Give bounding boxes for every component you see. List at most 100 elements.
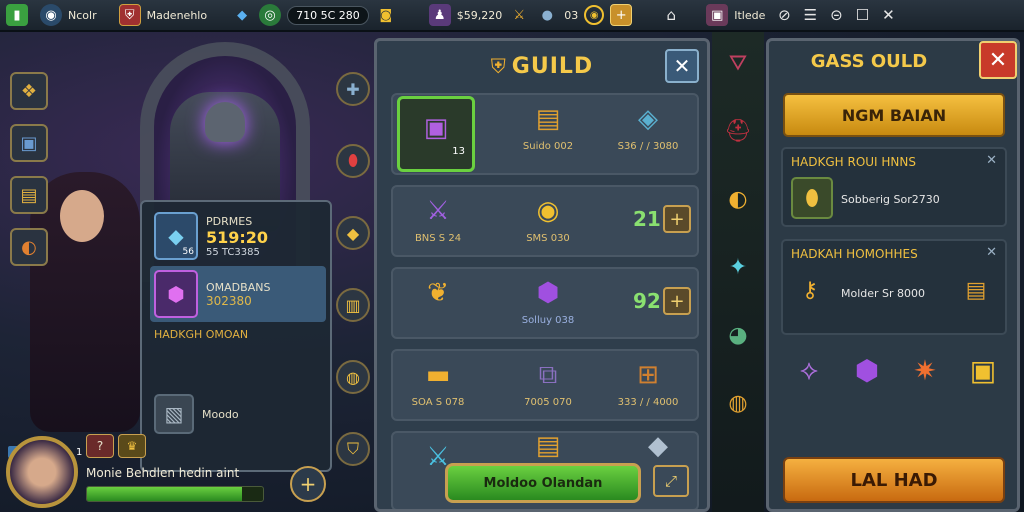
gold-box-icon: ▤ [535, 431, 561, 461]
gold-ring-icon[interactable]: ◐ [720, 180, 756, 218]
gift-box-icon: ⊞ [637, 360, 659, 390]
guild-quest-panel: GASS OULD ✕ NGM BAIAN HADKGH ROUI HNNS ✕… [766, 38, 1020, 512]
add-item-button[interactable]: + [663, 205, 691, 233]
maximize-button[interactable]: ☐ [849, 2, 875, 28]
gold-bar-icon: ▬ [425, 360, 451, 390]
scroll-icon[interactable]: ❖ [10, 72, 48, 110]
gold-crate-icon[interactable]: ▣ [963, 349, 1003, 391]
close-icon: ✕ [882, 6, 895, 24]
gold-coin-icon: ◉ [584, 5, 605, 25]
crate-icon[interactable]: ▥ [336, 288, 370, 322]
app-title-group[interactable]: ◉ Ncolr [34, 0, 103, 31]
guild-item-gold-box[interactable]: ▤ [503, 431, 593, 461]
guild-item-coins[interactable]: ◉ SMS 030 [503, 191, 593, 244]
item-label: 7005 070 [524, 397, 572, 408]
treasure-icon[interactable]: ◆ [336, 216, 370, 250]
rpanel-close-button[interactable]: ✕ [979, 41, 1017, 79]
ring-icon[interactable]: ◐ [10, 228, 48, 266]
stat-b-group[interactable]: ♟ $59,220 ⚔ ● 03 ◉ + [423, 0, 639, 31]
scroll-icon: ⧉ [538, 359, 558, 390]
xp-bar [86, 486, 264, 502]
stat-a-group[interactable]: ◆ ◎ 710 5C 280 ◙ [225, 0, 403, 31]
compass-icon[interactable]: ✚ [336, 72, 370, 106]
player-group[interactable]: ⛨ Madenehlo [113, 0, 213, 31]
circle-icon: ⊘ [778, 6, 791, 24]
minimize-button[interactable]: ⊝ [823, 2, 849, 28]
guild-item-purple-chest[interactable]: ▣ 13 [397, 96, 475, 172]
add-item-button[interactable]: + [663, 287, 691, 315]
player-name: Madenehlo [146, 8, 208, 22]
maximize-icon: ☐ [855, 6, 870, 24]
cyan-star-icon[interactable]: ✦ [720, 248, 756, 286]
guild-header: ⛨ GUILD ✕ [377, 41, 707, 91]
close-window-button[interactable]: ✕ [875, 2, 901, 28]
guild-item-leaf[interactable]: ❦ [393, 273, 483, 313]
shield-small-icon[interactable]: ⛉ [336, 432, 370, 466]
add-button[interactable]: + [290, 466, 326, 502]
popup-row-1[interactable]: ◆ 56 PDRMES 519:20 55 TC3385 [150, 208, 326, 264]
add-currency-button[interactable]: + [610, 4, 633, 26]
cube-icon[interactable]: ▣ [10, 124, 48, 162]
purple-blade-icon[interactable]: ⟡ [789, 349, 829, 391]
card2-dismiss-icon[interactable]: ✕ [986, 245, 997, 260]
guild-action-label: Moldoo Olandan [483, 475, 603, 491]
top-bar: ▮ ◉ Ncolr ⛨ Madenehlo ◆ ◎ 710 5C 280 ◙ ♟… [0, 0, 1024, 32]
side-strip: ⛛ ⛑ ◐ ✦ ◕ ◍ [712, 32, 764, 512]
guild-item-blue-box[interactable]: ◈ S36 / / 3080 [603, 99, 693, 152]
silver-item-icon: ◆ [648, 431, 668, 461]
minimize-icon: ⊝ [830, 6, 843, 24]
red-helmet-icon[interactable]: ⛑ [720, 112, 756, 150]
card1-dismiss-icon[interactable]: ✕ [986, 153, 997, 168]
row3-label: Moodo [202, 407, 239, 421]
gold-icon[interactable]: ◍ [336, 360, 370, 394]
demon-mask-icon[interactable]: ⛛ [720, 44, 756, 82]
home-icon: ⌂ [666, 6, 677, 24]
bottom-button-label: LAL HAD [850, 469, 938, 491]
popup-row-2[interactable]: ⬢ OMADBANS 302380 [150, 266, 326, 322]
item-label: S36 / / 3080 [617, 141, 679, 152]
guild-item-gift[interactable]: ⊞ 333 / / 4000 [603, 355, 693, 408]
chest-icon[interactable]: ▤ [10, 176, 48, 214]
left-side-icons: ❖ ▣ ▤ ◐ [10, 72, 48, 266]
guild-expand-button[interactable]: ⤢ [653, 465, 689, 497]
player-avatar[interactable] [6, 436, 78, 508]
crown-badge-icon[interactable]: ♛ [118, 434, 146, 458]
shop-icon: ▣ [706, 4, 729, 26]
reward-gems: ⟡ ⬢ ✷ ▣ [789, 349, 1003, 391]
settings-button[interactable]: ⊘ [771, 2, 797, 28]
guild-item-silver[interactable]: ◆ [613, 431, 703, 461]
purple-cube-icon[interactable]: ⬢ [847, 349, 887, 391]
quest-card-2[interactable]: HADKAH HOMOHHES ✕ ⚷ Molder Sr 8000 ▤ [781, 239, 1007, 335]
guild-item-scroll[interactable]: ⧉ 7005 070 [503, 355, 593, 409]
home-button[interactable]: ⌂ [652, 0, 690, 31]
potion-icon[interactable]: ⬮ [336, 144, 370, 178]
close-icon: ✕ [673, 54, 691, 78]
guild-close-button[interactable]: ✕ [665, 49, 699, 83]
quest-card-1[interactable]: HADKGH ROUI HNNS ✕ ⬮ Sobberig Sor2730 [781, 147, 1007, 227]
rpanel-top-button[interactable]: NGM BAIAN [783, 93, 1005, 137]
item-label: Suido 002 [522, 141, 574, 152]
guild-action-button[interactable]: Moldoo Olandan [445, 463, 641, 503]
gold-key-icon: ⚷ [801, 277, 819, 303]
menu-book[interactable]: ▮ [0, 0, 34, 31]
app-name: Ncolr [68, 8, 97, 22]
stat-a: 710 5C 280 [287, 5, 369, 25]
guild-item-gold-chest[interactable]: ▤ Suido 002 [503, 99, 593, 152]
guild-row-2: ⚔ BNS S 24 ◉ SMS 030 21 + [391, 185, 699, 257]
right-group[interactable]: ▣ Itlede [700, 0, 771, 31]
green-orb-icon[interactable]: ◕ [720, 316, 756, 354]
fire-crystal-icon[interactable]: ✷ [905, 349, 945, 391]
guild-item-gold-bar[interactable]: ▬ SOA S 078 [393, 355, 483, 408]
rpanel-bottom-button[interactable]: LAL HAD [783, 457, 1005, 503]
guild-item-sword[interactable]: ⚔ BNS S 24 [393, 191, 483, 244]
potion-jar-icon: ⬮ [791, 177, 833, 219]
quest-badge-icon[interactable]: ? [86, 434, 114, 458]
guild-row-3: ❦ ⬢ Solluy 038 92 + [391, 267, 699, 339]
popup-row-3[interactable]: ▧ Moodo [150, 390, 326, 438]
guild-item-purple-cube[interactable]: ⬢ Solluy 038 [503, 273, 593, 326]
gold-disc-icon[interactable]: ◍ [720, 384, 756, 422]
player-name-line: Monie Behdlen hedin aint [86, 466, 240, 480]
menu-button[interactable]: ☰ [797, 2, 823, 28]
guild-panel: ⛨ GUILD ✕ ▣ 13 ▤ Suido 002 ◈ S36 / / 308… [374, 38, 710, 512]
row1-badge: 56 [182, 247, 194, 257]
